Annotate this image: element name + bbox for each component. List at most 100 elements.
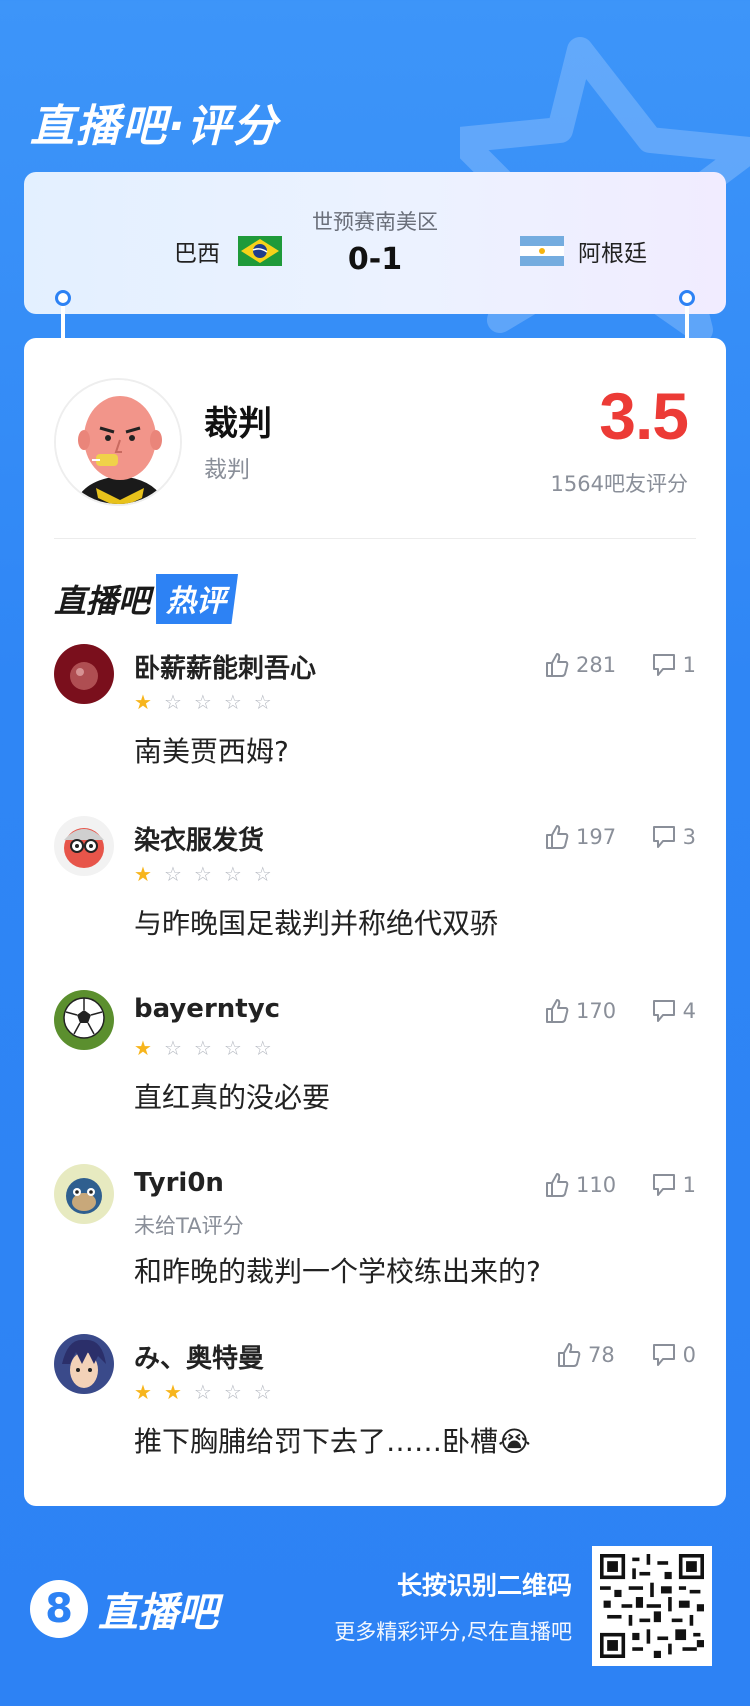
star-empty-icon: ☆	[223, 1380, 242, 1404]
comment-actions: 110 1	[544, 1172, 696, 1198]
star-empty-icon: ☆	[193, 690, 212, 714]
hot-comments-title: 直播吧 热评	[54, 574, 239, 624]
thumbs-up-icon	[546, 1173, 569, 1197]
comment-item[interactable]: 卧薪薪能刺吾心 ★ ☆ ☆ ☆ ☆ 南美贾西姆? 281 1	[54, 644, 696, 804]
star-empty-icon: ☆	[163, 690, 182, 714]
reply-button[interactable]: 0	[648, 1342, 696, 1368]
like-button[interactable]: 281	[544, 652, 648, 678]
comment-username[interactable]: bayerntyc	[134, 994, 280, 1024]
thumbs-up-icon	[546, 653, 569, 677]
star-filled-icon: ★	[134, 862, 152, 886]
match-card: 巴西 世预赛南美区 0-1 阿根廷	[24, 172, 726, 314]
person-role: 裁判	[204, 457, 250, 483]
star-rating: ★ ☆ ☆ ☆ ☆	[134, 690, 272, 714]
like-count: 170	[576, 999, 617, 1023]
star-filled-icon: ★	[134, 1036, 152, 1060]
comment-actions: 197 3	[544, 824, 696, 850]
rating-score: 3.5	[599, 379, 689, 453]
user-avatar[interactable]	[54, 644, 114, 704]
reply-button[interactable]: 1	[648, 1172, 696, 1198]
comment-text: 推下胸脯给罚下去了……卧槽😭	[134, 1425, 531, 1458]
thumbs-up-icon	[546, 825, 569, 849]
comment-username[interactable]: 染衣服发货	[134, 820, 264, 857]
divider	[54, 538, 696, 539]
comment-actions: 78 0	[556, 1342, 696, 1368]
star-empty-icon: ☆	[223, 1036, 242, 1060]
comment-icon	[652, 826, 675, 848]
star-rating: ★ ☆ ☆ ☆ ☆	[134, 862, 272, 886]
comment-item[interactable]: 染衣服发货 ★ ☆ ☆ ☆ ☆ 与昨晚国足裁判并称绝代双骄 197 3	[54, 816, 696, 976]
thumbs-up-icon	[558, 1343, 581, 1367]
comment-text: 南美贾西姆?	[134, 735, 289, 768]
reply-button[interactable]: 4	[648, 998, 696, 1024]
like-button[interactable]: 197	[544, 824, 648, 850]
rating-card: 裁判 裁判 3.5 1564吧友评分 直播吧 热评 卧薪薪能刺吾心 ★ ☆ ☆ …	[24, 338, 726, 1506]
hot-title-tag: 热评	[156, 574, 239, 624]
unrated-label: 未给TA评分	[134, 1214, 244, 1238]
like-count: 78	[588, 1343, 615, 1367]
reply-button[interactable]: 3	[648, 824, 696, 850]
thumbs-up-icon	[546, 999, 569, 1023]
star-empty-icon: ☆	[223, 690, 242, 714]
like-button[interactable]: 110	[544, 1172, 648, 1198]
reply-count: 4	[682, 999, 696, 1023]
away-team: 阿根廷	[520, 234, 647, 268]
star-empty-icon: ☆	[223, 862, 242, 886]
user-avatar[interactable]	[54, 990, 114, 1050]
reply-count: 0	[682, 1343, 696, 1367]
like-button[interactable]: 78	[556, 1342, 648, 1368]
comment-text: 与昨晚国足裁判并称绝代双骄	[134, 907, 499, 940]
comment-icon	[652, 654, 675, 676]
star-empty-icon: ☆	[253, 1380, 272, 1404]
referee-face-icon	[56, 380, 180, 504]
hot-title-brand: 直播吧	[54, 582, 151, 620]
star-empty-icon: ☆	[193, 862, 212, 886]
referee-avatar	[54, 378, 182, 506]
comment-username[interactable]: 卧薪薪能刺吾心	[134, 648, 316, 685]
rating-count: 1564吧友评分	[550, 472, 688, 496]
reply-button[interactable]: 1	[648, 652, 696, 678]
comment-item[interactable]: み、奥特曼 ★ ★ ☆ ☆ ☆ 推下胸脯给罚下去了……卧槽😭 78 0	[54, 1334, 696, 1494]
hanger-ring-icon	[55, 290, 71, 306]
qr-code[interactable]	[592, 1546, 712, 1666]
star-rating: ★ ☆ ☆ ☆ ☆	[134, 1036, 272, 1060]
star-filled-icon: ★	[163, 1380, 182, 1404]
qr-code-icon	[600, 1554, 704, 1658]
star-empty-icon: ☆	[253, 862, 272, 886]
reply-count: 1	[682, 653, 696, 677]
comment-item[interactable]: bayerntyc ★ ☆ ☆ ☆ ☆ 直红真的没必要 170 4	[54, 990, 696, 1150]
like-button[interactable]: 170	[544, 998, 648, 1024]
star-empty-icon: ☆	[163, 1036, 182, 1060]
comment-item[interactable]: Tyri0n 未给TA评分 和昨晚的裁判一个学校练出来的? 110 1	[54, 1164, 696, 1324]
comment-icon	[652, 1000, 675, 1022]
star-filled-icon: ★	[134, 1380, 152, 1404]
star-empty-icon: ☆	[163, 862, 182, 886]
reply-count: 3	[682, 825, 696, 849]
logo-text: 直播吧	[98, 1590, 218, 1636]
argentina-flag-icon	[520, 236, 564, 266]
reply-count: 1	[682, 1173, 696, 1197]
away-team-name: 阿根廷	[578, 241, 647, 267]
qr-prompt: 长按识别二维码	[396, 1571, 572, 1600]
comment-icon	[652, 1174, 675, 1196]
user-avatar[interactable]	[54, 1164, 114, 1224]
star-empty-icon: ☆	[253, 690, 272, 714]
comment-text: 直红真的没必要	[134, 1081, 331, 1114]
person-name: 裁判	[204, 404, 272, 444]
footer-cta: 长按识别二维码 更多精彩评分,尽在直播吧	[334, 1566, 572, 1646]
hanger-ring-icon	[679, 290, 695, 306]
star-filled-icon: ★	[134, 690, 152, 714]
footer-logo: 8 直播吧	[30, 1580, 218, 1638]
like-count: 110	[576, 1173, 617, 1197]
comment-icon	[652, 1344, 675, 1366]
comment-username[interactable]: Tyri0n	[134, 1168, 224, 1198]
comment-text: 和昨晚的裁判一个学校练出来的?	[134, 1255, 541, 1288]
comment-username[interactable]: み、奥特曼	[134, 1338, 264, 1375]
competition-label: 世预赛南美区	[312, 210, 438, 234]
like-count: 281	[576, 653, 617, 677]
app-title: 直播吧·评分	[30, 101, 279, 152]
star-rating: ★ ★ ☆ ☆ ☆	[134, 1380, 272, 1404]
star-empty-icon: ☆	[193, 1380, 212, 1404]
user-avatar[interactable]	[54, 816, 114, 876]
user-avatar[interactable]	[54, 1334, 114, 1394]
